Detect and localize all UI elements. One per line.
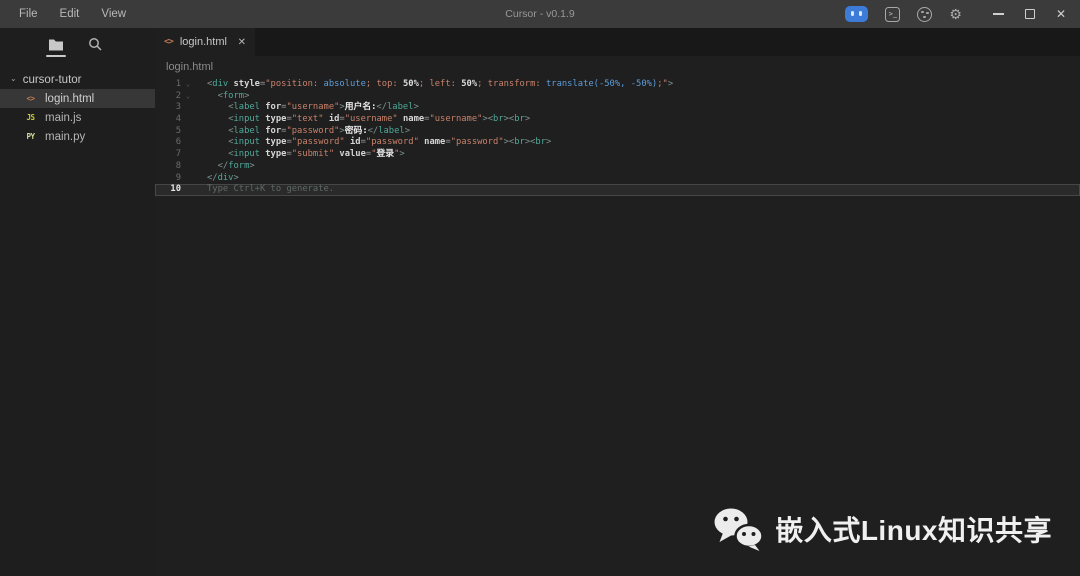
breadcrumb-item-login-html[interactable]: login.html (166, 61, 213, 73)
menu-file[interactable]: File (8, 0, 49, 28)
main-area: ⌄ cursor-tutor <> login.html JS main.js PY ma… (0, 28, 1080, 576)
line-number: 1 (175, 79, 181, 89)
code-line-9: 9 </div> (155, 173, 1080, 185)
window-controls: ✕ (992, 8, 1066, 20)
sidebar: ⌄ cursor-tutor <> login.html JS main.js PY ma… (0, 28, 155, 576)
file-row-main-py[interactable]: PY main.py (0, 127, 155, 146)
line-number: 8 (175, 160, 181, 171)
code-line-7: 7 <input type="submit" value="登录"> (155, 149, 1080, 161)
code-line-4: 4 <input type="text" id="username" name=… (155, 114, 1080, 126)
code-text: </form> (217, 160, 255, 171)
terminal-icon[interactable]: >_ (885, 6, 901, 22)
editor-group: <> login.html ✕ login.html 1 ⌄ <div style=… (155, 28, 1080, 576)
line-number: 7 (175, 149, 181, 160)
file-list: <> login.html JS main.js PY main.py (0, 89, 155, 146)
titlebar-actions: >_ ⚙ ✕ (845, 6, 1080, 22)
menu-bar: File Edit View (0, 0, 137, 28)
code-line-1: 1 ⌄ <div style="position: absolute; top: 5… (155, 79, 1080, 91)
line-number: 9 (175, 172, 181, 183)
fold-chevron-icon[interactable]: ⌄ (181, 91, 195, 103)
folder-icon (49, 39, 63, 50)
code-line-8: 8 </form> (155, 161, 1080, 173)
settings-gear-icon[interactable]: ⚙ (949, 6, 962, 22)
menu-edit[interactable]: Edit (49, 0, 91, 28)
maximize-button[interactable] (1024, 9, 1035, 19)
line-number: 10 (170, 184, 181, 195)
code-line-10: 10 Type Ctrl+K to generate. (155, 184, 1080, 196)
code-text: <form> (217, 90, 250, 101)
file-name-label: login.html (45, 92, 95, 105)
line-number: 5 (175, 125, 181, 136)
file-row-login-html[interactable]: <> login.html (0, 89, 155, 108)
code-line-6: 6 <input type="password" id="password" n… (155, 137, 1080, 149)
close-button[interactable]: ✕ (1056, 8, 1066, 20)
file-name-label: main.py (45, 130, 86, 143)
code-line-2: 2 ⌄ <form> (155, 91, 1080, 103)
ai-ghost-hint: Type Ctrl+K to generate. (207, 184, 335, 195)
file-type-icon: <> (26, 94, 35, 103)
search-icon[interactable] (88, 37, 102, 51)
cursor-ai-robot-icon[interactable] (845, 6, 869, 22)
code-text: <label for="username">用户名:</label> (228, 102, 419, 113)
breadcrumb: login.html (155, 56, 1080, 78)
file-row-main-js[interactable]: JS main.js (0, 108, 155, 127)
file-tree: ⌄ cursor-tutor <> login.html JS main.js PY ma… (0, 60, 155, 146)
wechat-icon (714, 508, 765, 551)
root-folder-label: cursor-tutor (22, 73, 82, 86)
file-type-icon: JS (26, 113, 35, 122)
code-text: <input type="submit" value="登录"> (228, 149, 405, 160)
tab-bar: <> login.html ✕ (155, 28, 1080, 56)
community-icon[interactable] (917, 6, 933, 22)
fold-chevron-icon[interactable]: ⌄ (181, 79, 195, 91)
code-text: </div> (207, 172, 239, 183)
file-name-label: main.js (45, 111, 82, 124)
chevron-down-icon: ⌄ (10, 74, 17, 83)
file-type-icon: PY (26, 132, 35, 141)
line-number: 6 (175, 137, 181, 148)
line-number: 3 (175, 102, 181, 113)
tab-close-icon[interactable]: ✕ (238, 37, 246, 48)
code-text: <input type="text" id="username" name="u… (228, 114, 531, 125)
code-text: <input type="password" id="password" nam… (228, 137, 552, 148)
watermark-text: 嵌入式Linux知识共享 (775, 515, 1052, 546)
code-line-5: 5 <label for="password">密码:</label> (155, 126, 1080, 138)
explorer-folder-icon[interactable] (46, 38, 66, 57)
tab-login-html[interactable]: <> login.html ✕ (155, 28, 255, 56)
magnifier-icon (89, 38, 102, 51)
html-file-icon: <> (164, 37, 174, 47)
line-number: 4 (175, 114, 181, 125)
watermark: 嵌入式Linux知识共享 (713, 506, 1052, 552)
tab-label: login.html (179, 36, 227, 48)
sidebar-toolbar (0, 28, 155, 60)
menu-view[interactable]: View (90, 0, 137, 28)
code-text: <label for="password">密码:</label> (228, 125, 410, 136)
titlebar: File Edit View Cursor - v0.1.9 >_ ⚙ ✕ (0, 0, 1080, 28)
tree-root-cursor-tutor[interactable]: ⌄ cursor-tutor (0, 70, 155, 89)
code-text: Type Ctrl+K to generate. (195, 184, 334, 196)
minimize-button[interactable] (992, 13, 1004, 15)
line-number: 2 (175, 90, 181, 101)
code-line-3: 3 <label for="username">用户名:</label> (155, 102, 1080, 114)
code-text: <div style="position: absolute; top: 50%… (207, 79, 674, 89)
code-editor[interactable]: 1 ⌄ <div style="position: absolute; top: 5… (155, 78, 1080, 576)
